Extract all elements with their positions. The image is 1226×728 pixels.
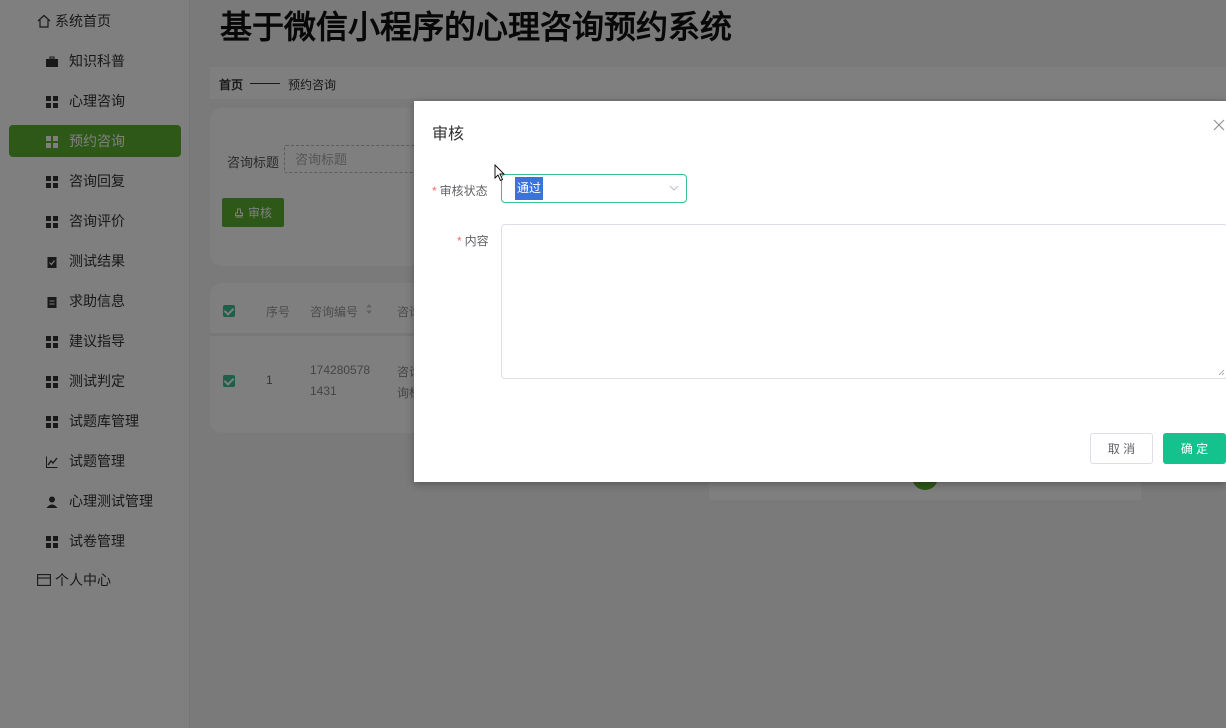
required-mark: * — [457, 234, 462, 248]
content-textarea[interactable] — [501, 224, 1226, 379]
cancel-button[interactable]: 取 消 — [1090, 433, 1153, 464]
status-label-text: 审核状态 — [439, 184, 488, 198]
content-field-label: * 内容 — [457, 232, 489, 249]
close-icon[interactable] — [1213, 119, 1225, 131]
audit-dialog: 审核 * 审核状态 通过 * 内容 取 消 确 定 — [414, 101, 1226, 482]
chevron-down-icon[interactable] — [669, 184, 679, 192]
dialog-title: 审核 — [432, 126, 465, 143]
resize-handle-icon[interactable] — [1218, 369, 1225, 376]
required-mark: * — [432, 184, 437, 198]
content-label-text: 内容 — [464, 234, 489, 248]
mouse-cursor-icon — [494, 164, 506, 182]
status-select[interactable]: 通过 — [501, 174, 687, 203]
status-field-label: * 审核状态 — [432, 182, 488, 199]
confirm-button[interactable]: 确 定 — [1163, 433, 1226, 464]
status-select-value: 通过 — [515, 177, 544, 200]
